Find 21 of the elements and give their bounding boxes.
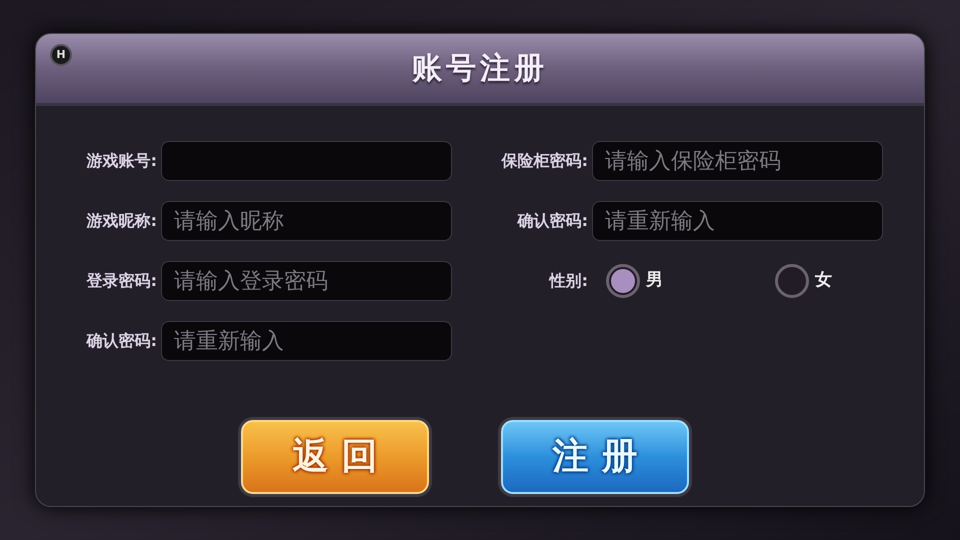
input-field[interactable]: 请重新输入 <box>592 201 883 241</box>
field-label: 游戏昵称: <box>86 210 158 232</box>
radio-label: 女 <box>815 269 832 292</box>
dialog-title: 账号注册 <box>412 50 548 88</box>
field-label: 游戏账号: <box>86 150 158 172</box>
field-label: 保险柜密码: <box>500 150 589 172</box>
radio-button[interactable] <box>606 264 640 298</box>
input-field[interactable]: 请输入登录密码 <box>161 261 452 301</box>
radio-button[interactable] <box>775 264 809 298</box>
input-field[interactable]: 请输入保险柜密码 <box>592 141 883 181</box>
field-label: 确认密码: <box>85 330 158 352</box>
field-label: 登录密码: <box>85 270 158 292</box>
register-button[interactable]: 注 册 <box>501 420 689 494</box>
badge: H <box>50 44 72 66</box>
back-button[interactable]: 返 回 <box>241 420 429 494</box>
field-label: 性别: <box>548 270 589 292</box>
input-field[interactable]: 请输入昵称 <box>161 201 452 241</box>
radio-label: 男 <box>646 269 663 292</box>
input-field[interactable] <box>161 141 452 181</box>
field-label: 确认密码: <box>516 210 589 232</box>
input-field[interactable]: 请重新输入 <box>161 321 452 361</box>
